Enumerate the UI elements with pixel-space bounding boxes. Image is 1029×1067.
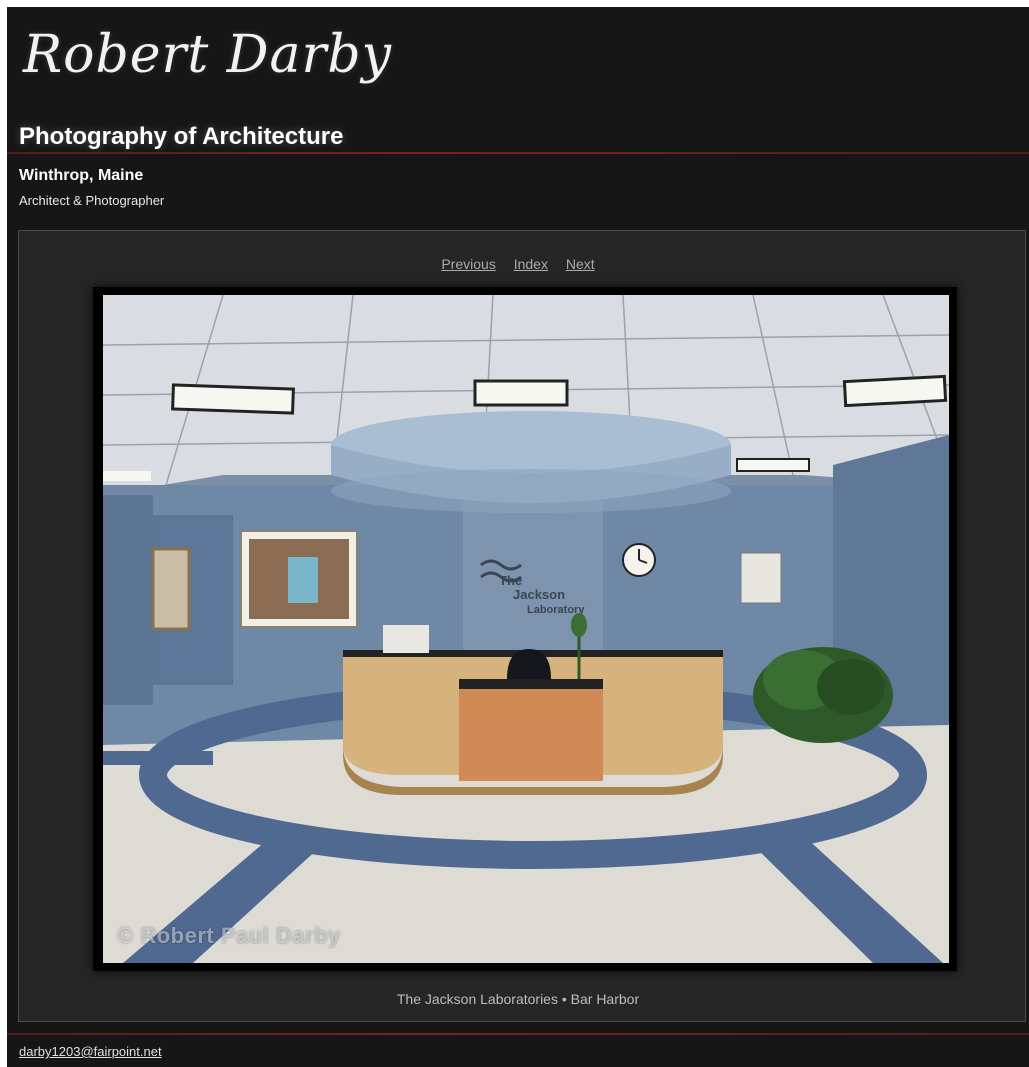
page: Robert Darby Photography of Architecture…: [7, 7, 1029, 1067]
previous-link[interactable]: Previous: [441, 256, 495, 272]
gallery-photo[interactable]: The Jackson Laboratory © Robert Paul Dar…: [103, 295, 949, 963]
sign-text-2: Jackson: [513, 587, 565, 602]
gallery-nav: Previous Index Next: [7, 256, 1029, 272]
location-text: Winthrop, Maine: [19, 167, 144, 184]
index-link[interactable]: Index: [514, 256, 548, 272]
photo-watermark: © Robert Paul Darby: [117, 923, 341, 948]
email-link[interactable]: darby1203@fairpoint.net: [19, 1044, 162, 1059]
footer-divider: [7, 1033, 1029, 1035]
lobby-photo-illustration: The Jackson Laboratory: [103, 295, 949, 963]
header-divider: [7, 152, 1029, 154]
role-text: Architect & Photographer: [19, 193, 165, 208]
site-title: Photography of Architecture: [19, 123, 344, 150]
next-link[interactable]: Next: [566, 256, 595, 272]
signature-logo: Robert Darby: [23, 25, 393, 85]
photo-caption: The Jackson Laboratories • Bar Harbor: [396, 991, 640, 1007]
photo-frame: The Jackson Laboratory © Robert Paul Dar…: [93, 287, 957, 971]
